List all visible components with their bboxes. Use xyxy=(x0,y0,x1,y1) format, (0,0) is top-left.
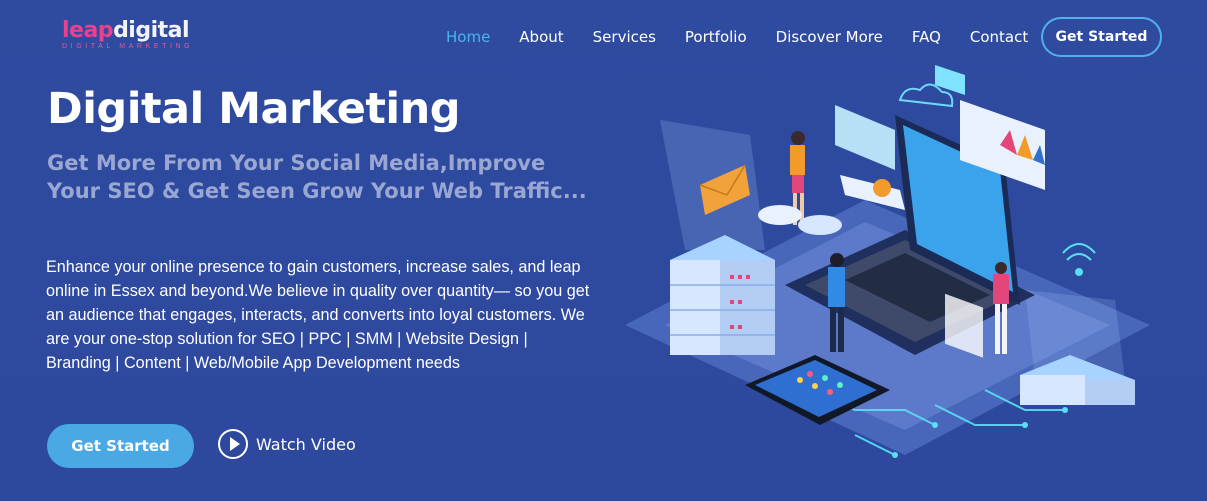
main-nav: Home About Services Portfolio Discover M… xyxy=(446,28,1057,46)
page-title: Digital Marketing xyxy=(47,84,461,134)
watch-video-label: Watch Video xyxy=(256,434,356,454)
logo-tagline: DIGITAL MARKETING xyxy=(62,43,194,50)
nav-services[interactable]: Services xyxy=(593,28,656,46)
hero-subtitle: Get More From Your Social Media,Improve … xyxy=(47,151,587,203)
get-started-button[interactable]: Get Started xyxy=(47,424,194,468)
nav-discover-more[interactable]: Discover More xyxy=(776,28,883,46)
logo[interactable]: leapdigital DIGITAL MARKETING xyxy=(62,20,222,52)
nav-faq[interactable]: FAQ xyxy=(912,28,941,46)
logo-wordmark: leapdigital xyxy=(62,18,190,43)
nav-about[interactable]: About xyxy=(519,28,563,46)
hero-description: Enhance your online presence to gain cus… xyxy=(46,258,590,372)
nav-portfolio[interactable]: Portfolio xyxy=(685,28,747,46)
digital-marketing-illustration xyxy=(625,65,1150,458)
wifi-icon xyxy=(1062,243,1096,276)
header-get-started-button[interactable]: Get Started xyxy=(1041,17,1162,57)
server-icon xyxy=(670,235,775,355)
nav-contact[interactable]: Contact xyxy=(970,28,1028,46)
play-icon xyxy=(218,429,248,459)
nav-home[interactable]: Home xyxy=(446,28,490,46)
watch-video-link[interactable]: Watch Video xyxy=(218,429,356,459)
